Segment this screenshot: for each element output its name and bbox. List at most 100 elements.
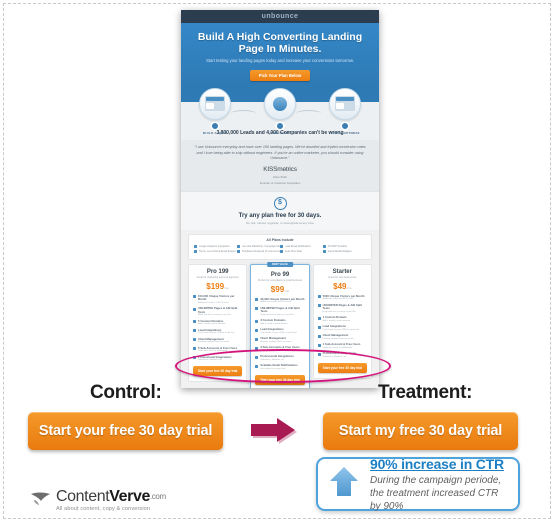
right-arrow-icon xyxy=(249,416,307,446)
landing-page-body: unbounce Build A High Converting Landing… xyxy=(181,10,379,388)
hero-subheadline: Start testing your landing pages today a… xyxy=(206,58,354,63)
kissmetrics-logo-kiss: KISS xyxy=(263,165,278,173)
logo-name-light: Content xyxy=(56,488,110,505)
plan-feature-sub: Add a totally custom domain xyxy=(322,319,351,322)
result-description: During the campaign periode, the treatme… xyxy=(370,474,502,512)
up-arrow-icon xyxy=(327,465,361,504)
plan-feature-sub: Salesforce, Marketo, etc. xyxy=(198,358,223,361)
list-item: 3 Custom Domains Add a totally custom dom… xyxy=(255,318,304,325)
check-icon xyxy=(317,316,321,320)
list-item: Lead Integrations Push leads to your CRM … xyxy=(193,328,242,335)
list-item: Real-Time Stats xyxy=(280,249,323,253)
all-plans-title: All Plans Include xyxy=(266,237,294,242)
plan-description: Perfect for consultants & small business xyxy=(257,279,303,283)
treatment-cta-button[interactable]: Start my free 30 day trial xyxy=(323,412,518,450)
plan-feature-sub: Additional visitors at $0.01 each xyxy=(260,301,292,304)
list-item: Professional Integrations Salesforce, Mar… xyxy=(317,351,367,358)
plan-feature-sub: Invite your team to collaborate xyxy=(198,349,228,352)
kissmetrics-logo: KISSmetrics xyxy=(194,166,366,173)
plan-price-period: /mo xyxy=(346,285,352,290)
check-icon xyxy=(323,249,326,253)
plan-cta-button[interactable]: Start your free 30 day trial xyxy=(193,365,243,376)
list-item: Lead Integrations Push leads to your CRM … xyxy=(255,327,304,334)
plan-description: Great for new businesses xyxy=(328,276,357,280)
list-item: Lead Integrations Push leads to your CRM … xyxy=(317,324,367,331)
logo-name-bold: Verve xyxy=(109,488,150,505)
dollar-coin-icon: $ xyxy=(273,196,287,210)
check-icon xyxy=(237,249,240,253)
plan-cta-button[interactable]: Start your free 30 day trial xyxy=(255,374,305,385)
step-connector-arrow xyxy=(231,110,256,117)
plan-price: $99/mo xyxy=(255,285,304,294)
list-item: 30,000 Unique Visitors per Month Addition… xyxy=(255,297,304,304)
check-icon xyxy=(280,244,283,248)
pricing-plan-pro-199: Pro 199 Great for marketing teams & agen… xyxy=(188,263,248,382)
plan-feature-title: 1 Sub-Account & Free Users xyxy=(322,342,361,347)
check-icon xyxy=(255,337,259,341)
plan-cta-button[interactable]: Start your free 30 day trial xyxy=(317,362,367,373)
plan-feature-sub: Manage multiple client accounts xyxy=(198,340,230,343)
plan-price: $199/mo xyxy=(193,282,242,291)
check-icon xyxy=(194,249,197,253)
check-icon xyxy=(323,244,326,248)
step-dot xyxy=(212,123,218,129)
testimonial-quote: "I use Unbounce everyday and have over 1… xyxy=(194,145,366,161)
testimonial-author: Hiten Shah xyxy=(273,174,287,179)
list-item: Lead Email Notifications xyxy=(280,244,323,248)
result-text: 90% increase in CTR During the campaign … xyxy=(370,456,509,513)
plan-price-period: /mo xyxy=(224,285,230,290)
list-item: 5 Custom Domains Add a totally custom dom… xyxy=(193,319,242,326)
plan-name: Pro 99 xyxy=(270,271,290,278)
result-headline: 90% increase in CTR xyxy=(370,456,509,472)
unbounce-logo-text: unbounce xyxy=(261,13,299,20)
contentverve-wordmark: ContentVerve.com All about content, copy… xyxy=(56,488,166,512)
logo-tagline: All about content, copy & conversion xyxy=(56,506,151,512)
check-icon xyxy=(237,244,240,248)
list-item: UNLIMITED Pages & A/B Split Tests Build a… xyxy=(317,302,367,314)
list-item: 5000 Unique Visitors per Month Additional… xyxy=(317,294,367,301)
plan-feature-sub: Build and test as many as you like xyxy=(260,313,294,316)
plan-feature-title: UNLIMITED Pages & A/B Split Tests xyxy=(322,302,363,311)
feature-label: Use with Mailchimp, Campaign Monitor, et… xyxy=(241,244,281,248)
check-icon xyxy=(255,307,259,311)
feature-label: Google Analytics Integration xyxy=(198,244,230,248)
pricing-table: Pro 199 Great for marketing teams & agen… xyxy=(181,260,379,388)
plan-price-period: /mo xyxy=(284,288,290,293)
feature-label: Templates Designed for Conversion xyxy=(241,249,281,253)
pricing-plan-pro-99: BEST VALUE Pro 99 Perfect for consultant… xyxy=(250,261,310,388)
list-item: Use with Mailchimp, Campaign Monitor, et… xyxy=(237,244,281,248)
plan-feature-list: 100,000 Unique Visitors per Month Additio… xyxy=(193,294,242,362)
check-icon xyxy=(255,364,259,368)
step-dot xyxy=(342,123,348,129)
globe-icon xyxy=(264,88,296,120)
control-cta-button[interactable]: Start your free 30 day trial xyxy=(28,412,223,450)
list-item: Templates Designed for Conversion xyxy=(237,249,281,253)
list-item: Professional Integrations Salesforce, Mar… xyxy=(255,354,304,361)
step-label: TEST & OPTIMIZE xyxy=(330,131,360,135)
trial-heading: Try any plan free for 30 days. xyxy=(238,212,322,219)
treatment-label: Treatment: xyxy=(378,382,473,403)
ab-test-icon xyxy=(329,88,361,120)
logo-text: ContentVerve.com xyxy=(56,488,166,505)
contentverve-logo[interactable]: ContentVerve.com All about content, copy… xyxy=(30,488,166,513)
feature-label: Lead Email Notifications xyxy=(284,244,312,248)
landing-page-screenshot: unbounce Build A High Converting Landing… xyxy=(181,10,379,388)
step-build-a-page: BUILD A PAGE xyxy=(195,88,235,135)
plan-name: Pro 199 xyxy=(206,268,229,275)
plan-feature-sub: Add a totally custom domain xyxy=(198,322,226,325)
trial-subtext: No risk, cancel, upgrade, or downgrade a… xyxy=(246,220,314,225)
result-callout: 90% increase in CTR During the campaign … xyxy=(316,456,520,513)
plan-feature-title: UNLIMITED Pages & A/B Split Tests xyxy=(260,305,300,314)
all-plans-include-box: All Plans Include Google Analytics Integ… xyxy=(188,233,372,260)
check-icon xyxy=(194,244,197,248)
hero-cta-button[interactable]: Pick Your Plan Below xyxy=(249,70,311,81)
plan-feature-list: 30,000 Unique Visitors per Month Addition… xyxy=(255,297,304,371)
list-item: Client Management Manage multiple client … xyxy=(317,333,367,340)
check-icon xyxy=(255,328,259,332)
plan-feature-sub: Add a totally custom domain xyxy=(260,322,288,325)
plan-feature-sub: Push leads to your CRM or email tool xyxy=(260,331,297,334)
plan-feature-sub: Get notified on every lead xyxy=(260,367,286,370)
list-item: Professional Integrations Salesforce, Mar… xyxy=(193,355,242,362)
list-item: Scalable Email Notifications Get notified… xyxy=(255,363,304,370)
check-icon xyxy=(280,249,283,253)
